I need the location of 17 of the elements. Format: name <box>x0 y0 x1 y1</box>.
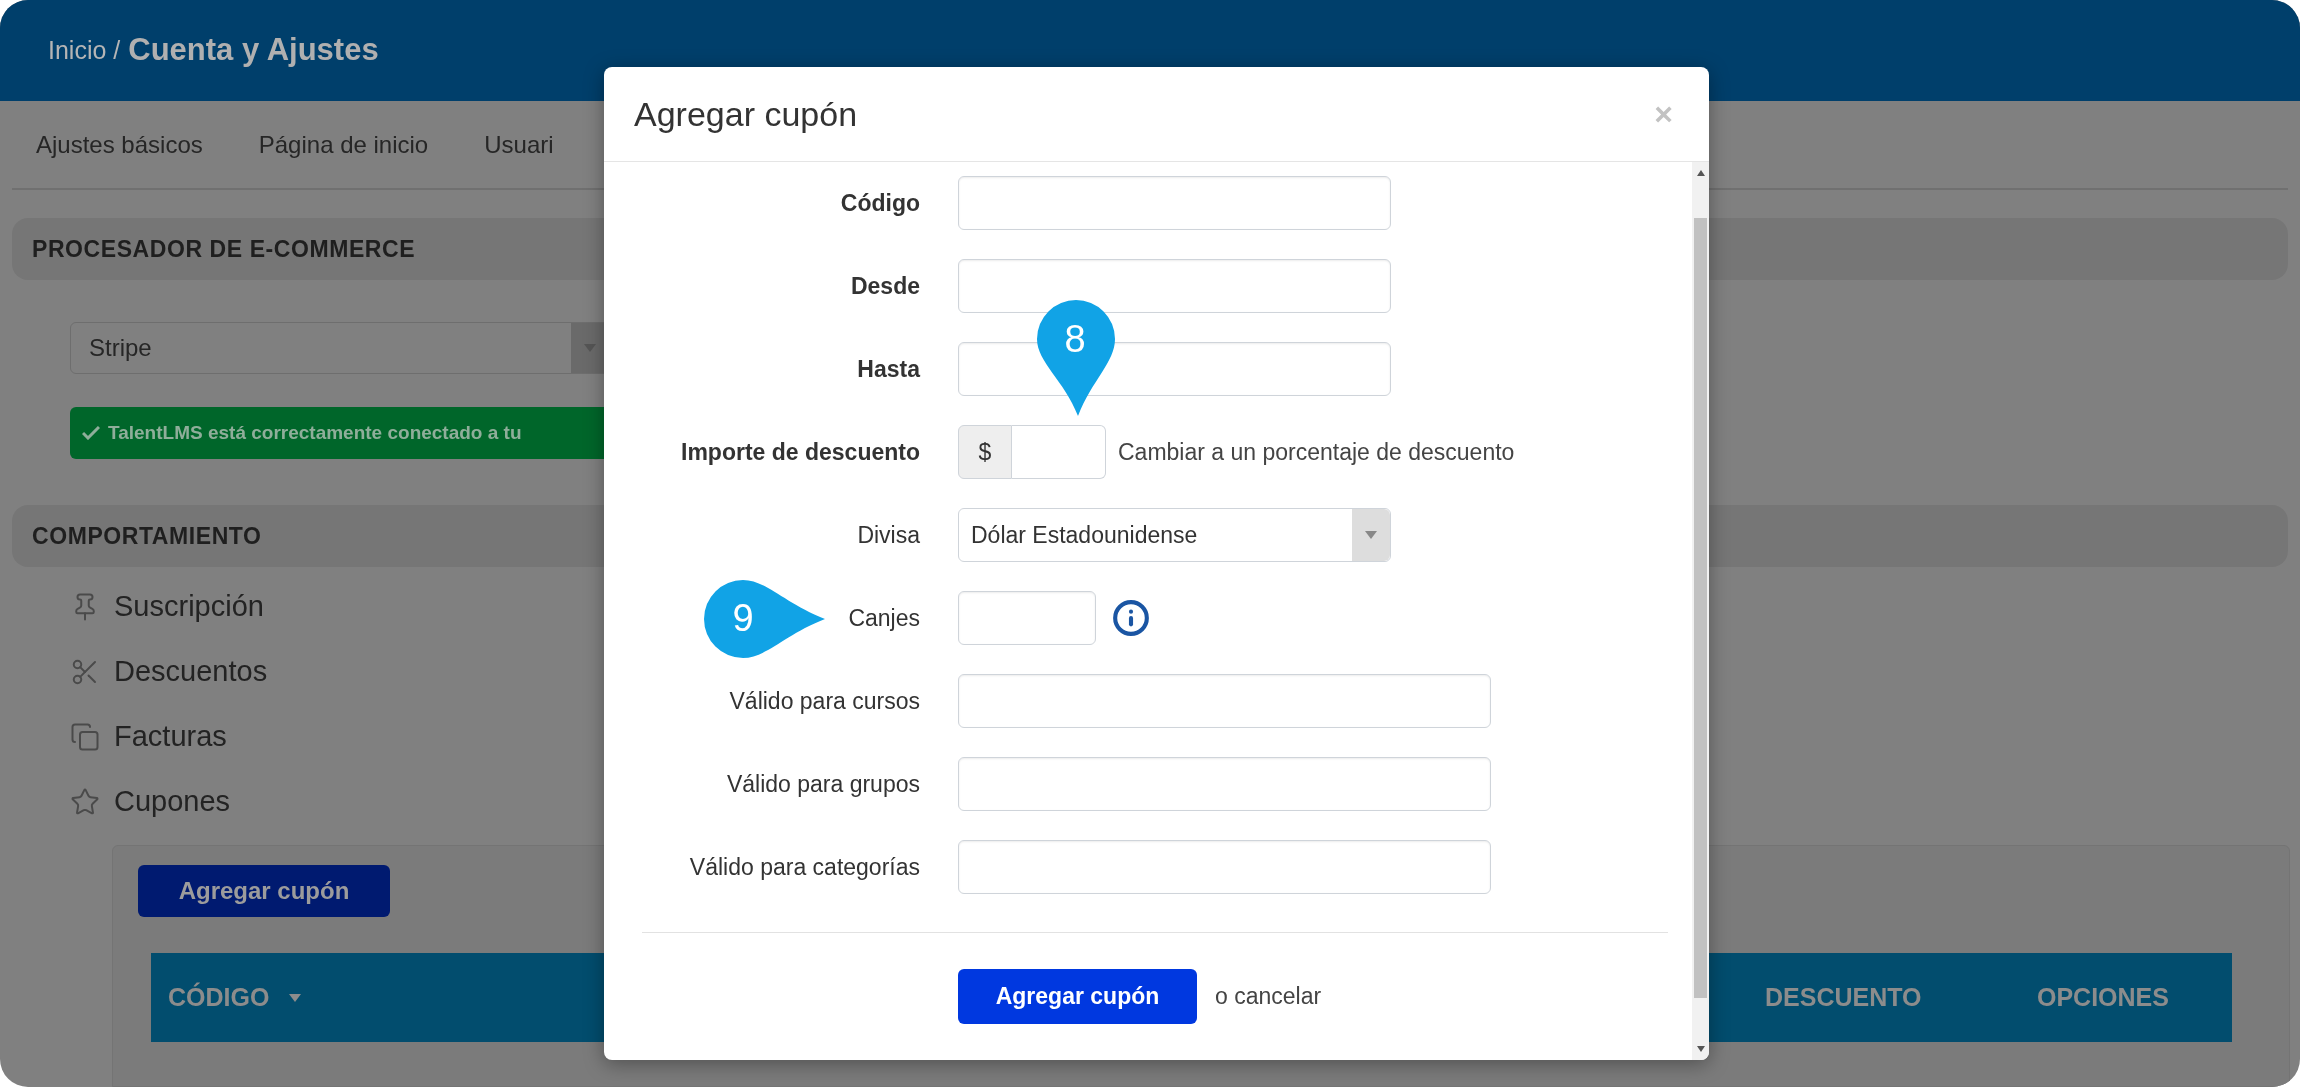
field-label: Válido para cursos <box>729 686 920 716</box>
section-heading: COMPORTAMIENTO <box>32 521 262 551</box>
field-label: Canjes <box>848 603 920 633</box>
field-label: Divisa <box>857 520 920 550</box>
alert-text: TalentLMS está correctamente conectado a tu <box>108 420 522 445</box>
dialog-title: Agregar cupón <box>634 93 858 135</box>
field-label: Válido para categorías <box>689 852 920 882</box>
field-label: Desde <box>850 271 920 301</box>
field-label: Importe de descuento <box>681 437 920 467</box>
currency-addon: $ <box>958 425 1012 479</box>
section-heading: PROCESADOR DE E-COMMERCE <box>32 234 416 264</box>
field-label: Válido para grupos <box>726 769 920 799</box>
page-title: Cuenta y Ajustes <box>128 31 379 70</box>
field-label: Hasta <box>857 354 920 384</box>
callout-number: 8 <box>1063 317 1087 362</box>
field-label: Código <box>840 188 920 218</box>
callout-number: 9 <box>731 596 755 641</box>
